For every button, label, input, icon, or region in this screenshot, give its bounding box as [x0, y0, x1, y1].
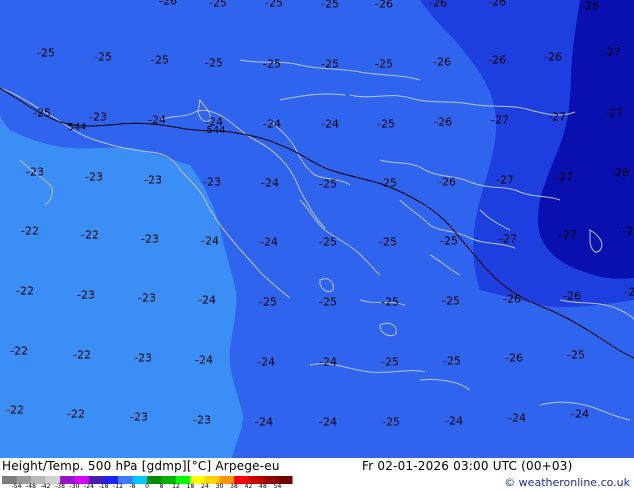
colorbar-tick-label: 18 [186, 483, 195, 490]
forecast-datetime: Fr 02-01-2026 03:00 UTC (00+03) [362, 459, 573, 473]
colorbar-tick-label: 54 [273, 483, 282, 490]
colorbar-tick-label: 12 [172, 483, 180, 490]
colorbar-tick-label: 38 [230, 483, 238, 490]
colorbar-tick-label: 8 [159, 483, 164, 490]
map-canvas [0, 0, 634, 458]
colorbar-tick-label: -18 [98, 483, 109, 490]
colorbar-tick-label: 30 [215, 483, 224, 490]
colorbar-tick-label: 42 [244, 483, 253, 490]
colorbar-tick-label: -42 [40, 483, 51, 490]
colorbar-tick-label: -24 [84, 483, 94, 490]
colorbar-tick-label: 48 [259, 483, 267, 490]
colorbar-tick-label: -12 [113, 483, 123, 490]
colorbar-tick-label: -48 [26, 483, 36, 490]
weather-map: 544 544 -26 -25 -25 -25 -26 -26 -26 -26 -25 -25 -2… [0, 0, 634, 458]
map-footer: Height/Temp. 500 hPa [gdmp][°C] Arpege-e… [0, 458, 634, 490]
colorbar-tick-label: -54 [11, 483, 22, 490]
colorbar-tick-label: -8 [129, 483, 136, 490]
colorbar-ticks: -54 -48 -42 -38 -30 -24 -18 -12 -8 0 8 12 18 24 30 38 42… [2, 484, 302, 490]
colorbar-tick-label: 24 [201, 483, 209, 490]
colorbar-tick-label: -38 [55, 483, 65, 490]
colorbar-tick-label: -30 [69, 483, 80, 490]
colorbar-tick-label: 0 [145, 483, 149, 490]
map-title: Height/Temp. 500 hPa [gdmp][°C] Arpege-e… [2, 459, 280, 473]
copyright-link[interactable]: © weatheronline.co.uk [504, 476, 630, 489]
